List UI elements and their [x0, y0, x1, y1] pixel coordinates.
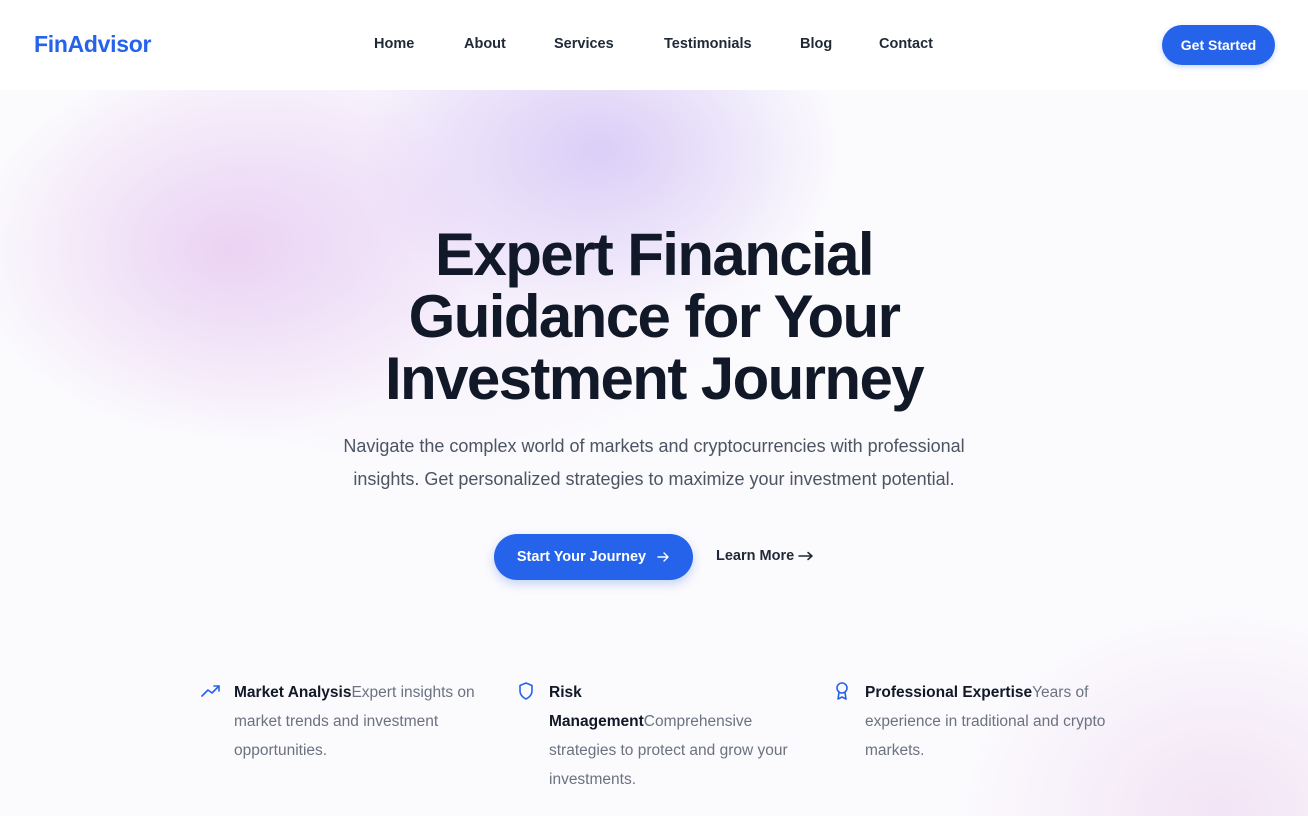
nav-item-services[interactable]: Services — [554, 36, 614, 52]
hero-title: Expert Financial Guidance for Your Inves… — [254, 224, 1054, 410]
hero-subtitle-line: Navigate the complex world of markets an… — [343, 436, 965, 456]
hero-section: Expert Financial Guidance for Your Inves… — [0, 90, 1308, 816]
get-started-button[interactable]: Get Started — [1162, 25, 1275, 65]
nav-item-blog[interactable]: Blog — [800, 36, 832, 52]
nav-item-contact[interactable]: Contact — [879, 36, 933, 52]
feature-text: Risk ManagementComprehensive strategies … — [549, 678, 789, 794]
arrow-right-icon — [798, 551, 813, 561]
feature-title: Professional Expertise — [865, 684, 1033, 701]
trending-up-icon — [201, 685, 220, 697]
arrow-right-icon — [657, 552, 669, 562]
nav-item-testimonials[interactable]: Testimonials — [664, 36, 752, 52]
start-journey-label: Start Your Journey — [516, 549, 647, 565]
learn-more-link[interactable]: Learn More — [716, 548, 814, 564]
learn-more-label: Learn More — [716, 548, 795, 564]
hero-subtitle-line: insights. Get personalized strategies to… — [353, 469, 955, 489]
hero-subtitle: Navigate the complex world of markets an… — [284, 430, 1024, 496]
shield-icon — [519, 682, 533, 700]
start-journey-button[interactable]: Start Your Journey — [494, 534, 693, 580]
feature-text: Market AnalysisExpert insights on market… — [234, 678, 484, 765]
award-icon — [836, 682, 848, 700]
feature-title: Risk Management — [549, 684, 644, 730]
hero-title-line: Expert Financial — [435, 221, 874, 288]
feature-text: Professional ExpertiseYears of experienc… — [865, 678, 1115, 765]
hero-title-line: Guidance for Your — [408, 283, 901, 350]
main-nav: Home About Services Testimonials Blog Co… — [0, 36, 1308, 56]
site-header: FinAdvisor Home About Services Testimoni… — [0, 0, 1308, 90]
nav-item-about[interactable]: About — [464, 36, 506, 52]
feature-title: Market Analysis — [234, 684, 352, 701]
hero-title-line: Investment Journey — [384, 345, 925, 412]
nav-item-home[interactable]: Home — [374, 36, 414, 52]
